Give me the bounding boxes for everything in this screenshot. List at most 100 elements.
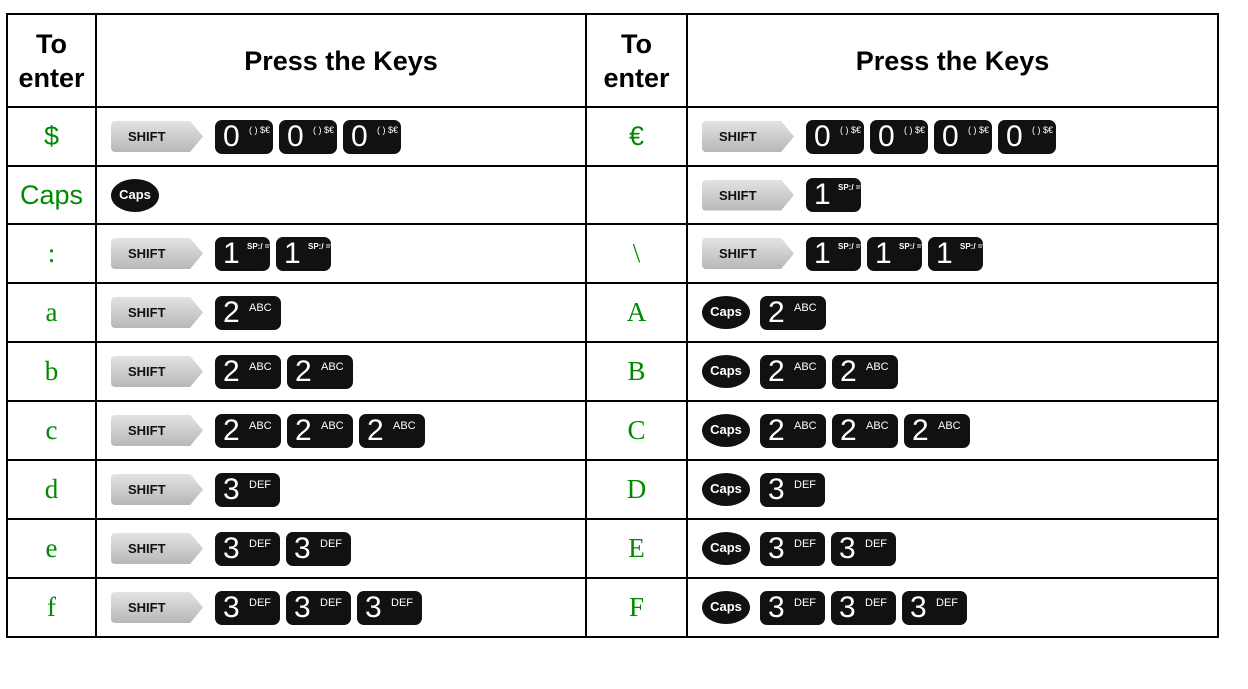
key-sublabel: DEF <box>936 596 958 609</box>
key-sequence-cell: Caps 3 DEF 3 DEF <box>686 518 1219 579</box>
key-sequence-cell: SHIFT 2 ABC <box>95 282 587 343</box>
key-sublabel: SP:/ =% <box>838 241 868 251</box>
key-digit: 2 <box>840 354 857 388</box>
key-digit: 2 <box>223 354 240 388</box>
key-digit: 3 <box>223 531 240 565</box>
key-sublabel: DEF <box>865 537 887 550</box>
key-sequence-cell: Caps 3 DEF <box>686 459 1219 520</box>
key-digit: 0 <box>287 119 304 153</box>
key-3-icon: 3 DEF <box>831 531 896 566</box>
key-digit: 1 <box>814 236 831 270</box>
key-digit: 1 <box>875 236 892 270</box>
key-digit: 3 <box>223 472 240 506</box>
key-sublabel: ( ) $€ <box>249 124 271 135</box>
key-digit: 2 <box>768 413 785 447</box>
key-3-icon: 3 DEF <box>760 531 825 566</box>
caps-key-label: Caps <box>710 540 742 555</box>
shift-key-label: SHIFT <box>719 246 757 261</box>
key-sublabel: ABC <box>249 419 272 432</box>
key-digit: 3 <box>365 590 382 624</box>
shift-key-icon: SHIFT <box>111 474 203 505</box>
key-sequence-cell: SHIFT 0 ( ) $€ 0 ( ) $€ 0 ( ) $€ <box>95 106 587 167</box>
key-sublabel: DEF <box>794 596 816 609</box>
shift-key-label: SHIFT <box>128 541 166 556</box>
char-cell: E <box>585 518 688 579</box>
key-sublabel: ABC <box>249 360 272 373</box>
key-0-icon: 0 ( ) $€ <box>934 119 992 154</box>
header-to-enter: To enter <box>6 13 97 108</box>
key-3-icon: 3 DEF <box>215 472 280 507</box>
char-cell: e <box>6 518 97 579</box>
shift-key-icon: SHIFT <box>702 179 794 211</box>
table-row: f SHIFT 3 DEF 3 DEF 3 DEF F Caps 3 DEF 3 DEF 3 DEF <box>6 577 1219 638</box>
caps-key-label: Caps <box>710 481 742 496</box>
key-sublabel: ( ) $€ <box>840 124 862 135</box>
key-digit: 2 <box>768 354 785 388</box>
key-1-icon: 1 SP:/ =% <box>276 236 338 271</box>
key-sublabel: DEF <box>249 478 271 491</box>
key-2-icon: 2 ABC <box>215 295 281 330</box>
key-sequence-cell: Caps 2 ABC 2 ABC <box>686 341 1219 402</box>
key-digit: 3 <box>768 590 785 624</box>
key-digit: 1 <box>936 236 953 270</box>
key-sequence-cell: SHIFT 1 SP:/ =% <box>686 165 1219 225</box>
key-sublabel: SP:/ =% <box>838 183 868 192</box>
shift-key-label: SHIFT <box>128 423 166 438</box>
key-sublabel: DEF <box>865 596 887 609</box>
key-digit: 1 <box>223 236 240 270</box>
key-0-icon: 0 ( ) $€ <box>343 119 401 154</box>
key-digit: 3 <box>768 472 785 506</box>
key-sublabel: ABC <box>794 419 817 432</box>
key-sublabel: ( ) $€ <box>968 124 990 135</box>
key-0-icon: 0 ( ) $€ <box>998 119 1056 154</box>
key-sublabel: ( ) $€ <box>904 124 926 135</box>
caps-key-icon: Caps <box>702 296 750 329</box>
key-digit: 2 <box>367 413 384 447</box>
table-row: : SHIFT 1 SP:/ =% 1 SP:/ =% \ SHIFT 1 SP:/ =% 1 SP:… <box>6 223 1219 284</box>
header-press-keys-2: Press the Keys <box>686 13 1219 108</box>
char-cell: D <box>585 459 688 520</box>
table-row: b SHIFT 2 ABC 2 ABC B Caps 2 ABC 2 ABC <box>6 341 1219 402</box>
key-digit: 0 <box>878 119 895 153</box>
key-2-icon: 2 ABC <box>215 413 281 448</box>
char-cell: A <box>585 282 688 343</box>
shift-key-icon: SHIFT <box>111 356 203 387</box>
key-digit: 2 <box>840 413 857 447</box>
key-digit: 3 <box>910 590 927 624</box>
caps-key-icon: Caps <box>702 414 750 447</box>
caps-key-icon: Caps <box>702 355 750 388</box>
key-0-icon: 0 ( ) $€ <box>870 119 928 154</box>
key-3-icon: 3 DEF <box>215 531 280 566</box>
key-sublabel: SP:/ =% <box>247 241 277 251</box>
key-digit: 2 <box>223 295 240 329</box>
shift-key-icon: SHIFT <box>111 533 203 564</box>
key-sequence-cell: SHIFT 1 SP:/ =% 1 SP:/ =% <box>95 223 587 284</box>
key-3-icon: 3 DEF <box>831 590 896 625</box>
shift-key-icon: SHIFT <box>111 297 203 328</box>
key-sequence-cell: SHIFT 1 SP:/ =% 1 SP:/ =% 1 SP:/ =% <box>686 223 1219 284</box>
char-cell: \ <box>585 223 688 284</box>
key-1-icon: 1 SP:/ =% <box>806 178 868 212</box>
key-sublabel: ( ) $€ <box>313 124 335 135</box>
key-3-icon: 3 DEF <box>357 590 422 625</box>
key-2-icon: 2 ABC <box>904 413 970 448</box>
char-cell: F <box>585 577 688 638</box>
key-entry-table: To enter Press the Keys To enter Press the… <box>6 13 1219 638</box>
key-sequence-cell: Caps 3 DEF 3 DEF 3 DEF <box>686 577 1219 638</box>
table-row: c SHIFT 2 ABC 2 ABC 2 ABC C Caps 2 ABC 2 ABC 2 ABC <box>6 400 1219 461</box>
key-3-icon: 3 DEF <box>760 590 825 625</box>
char-cell: : <box>6 223 97 284</box>
key-sublabel: ABC <box>393 419 416 432</box>
key-digit: 3 <box>294 590 311 624</box>
key-digit: 2 <box>295 413 312 447</box>
key-sequence-cell: Caps <box>95 165 587 225</box>
key-2-icon: 2 ABC <box>760 295 826 330</box>
caps-key-label: Caps <box>710 599 742 614</box>
key-sequence-cell: SHIFT 2 ABC 2 ABC <box>95 341 587 402</box>
char-cell: $ <box>6 106 97 167</box>
header-press-keys: Press the Keys <box>95 13 587 108</box>
caps-key-icon: Caps <box>111 178 159 212</box>
key-sublabel: ABC <box>249 301 272 314</box>
shift-key-label: SHIFT <box>128 305 166 320</box>
char-cell: b <box>6 341 97 402</box>
